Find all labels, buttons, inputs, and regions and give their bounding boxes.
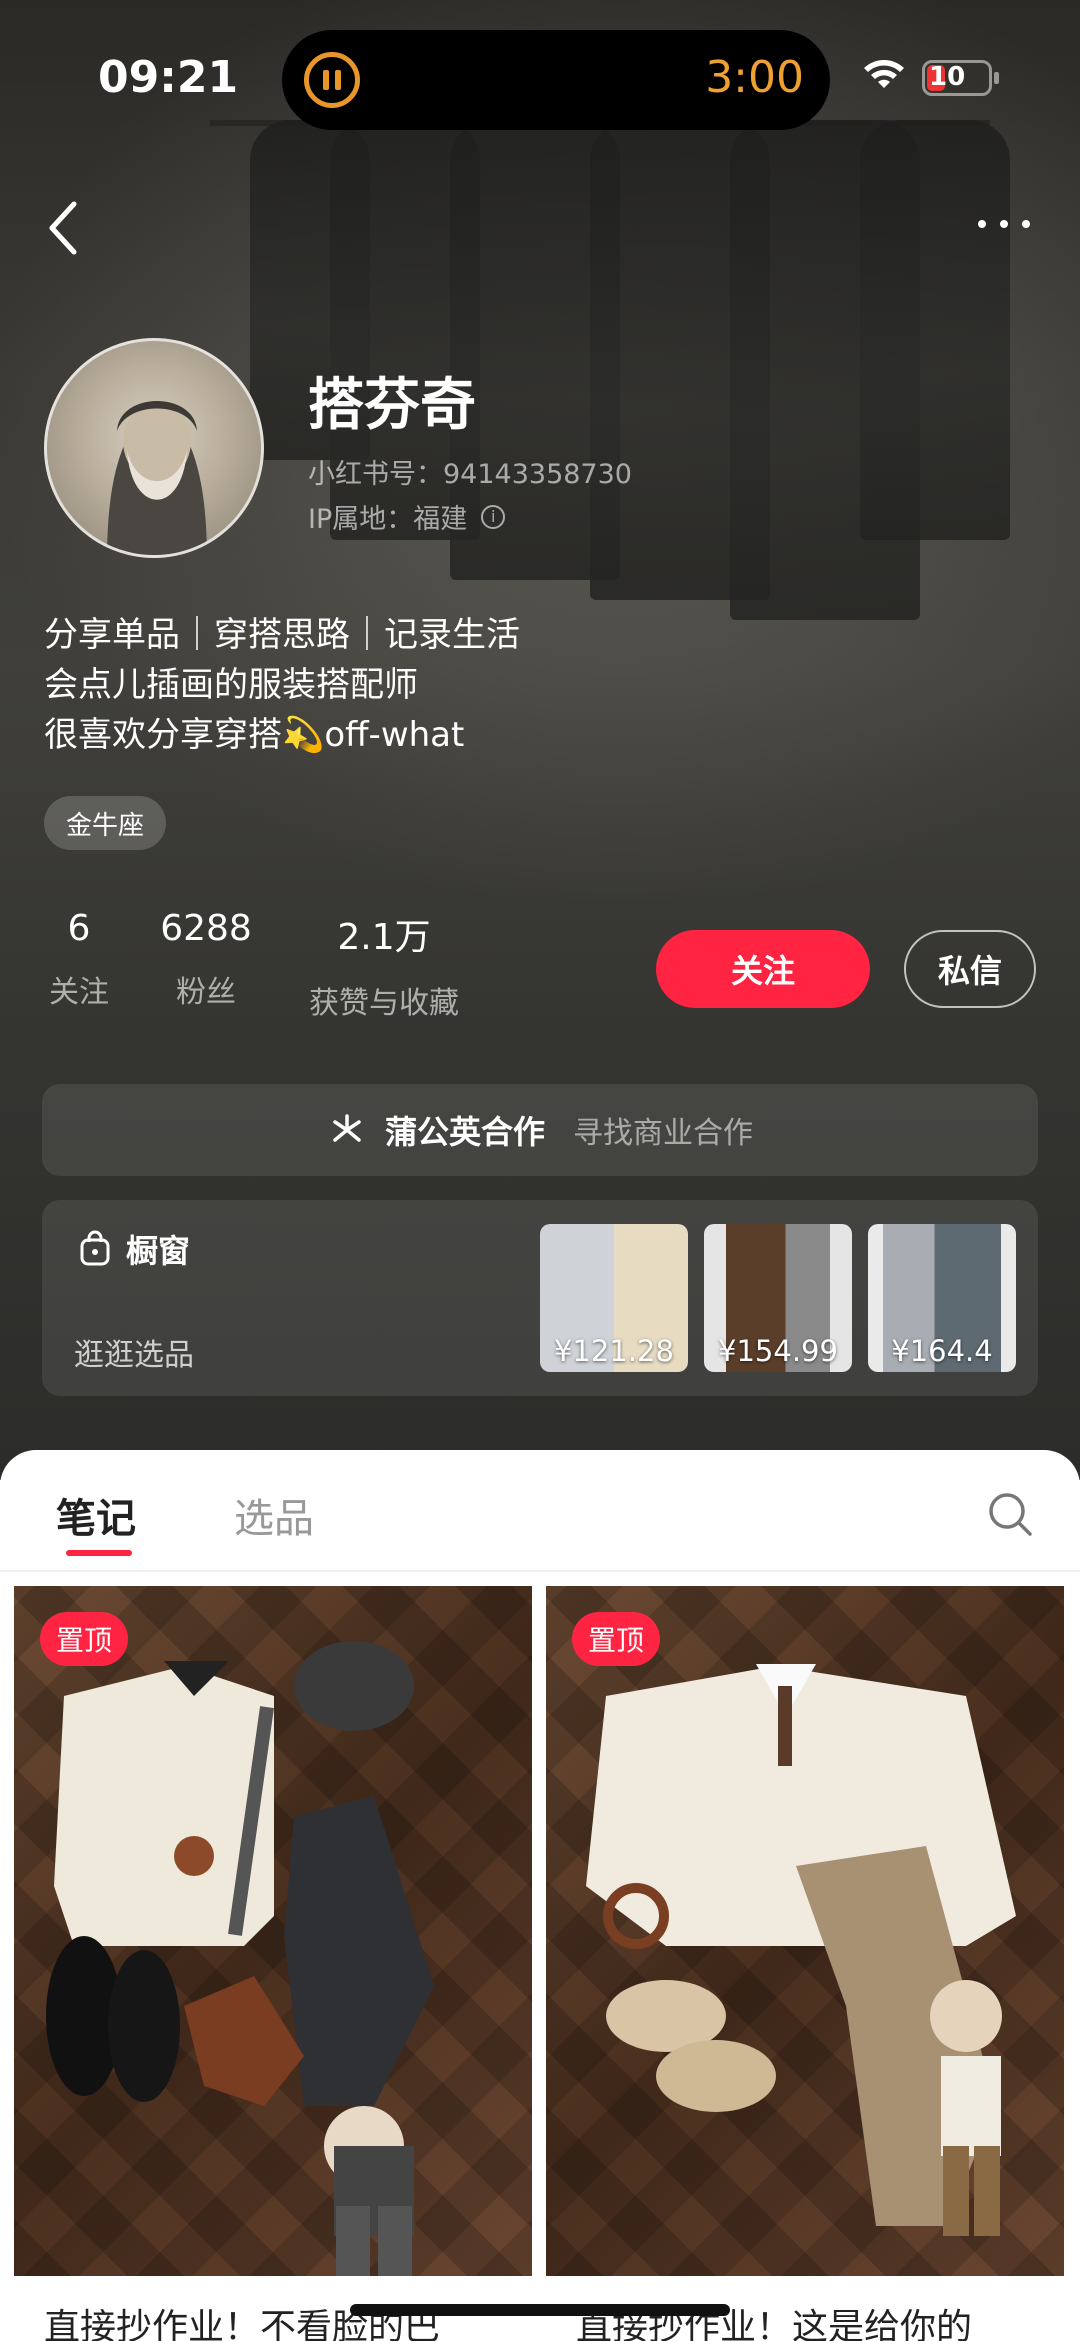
- divider: [0, 1570, 1080, 1572]
- dynamic-island[interactable]: 3:00: [282, 30, 830, 130]
- stat-value: 6288: [160, 908, 252, 949]
- note-card[interactable]: 置顶 直接抄作业！不看脸的巴: [14, 1586, 532, 2341]
- shop-title: 橱窗: [78, 1226, 190, 1272]
- ip-location: IP属地：福建 i: [308, 497, 506, 536]
- product-price: ¥121.28: [554, 1334, 674, 1368]
- avatar[interactable]: [44, 338, 264, 558]
- stat-likes[interactable]: 2.1万 获赞与收藏: [298, 908, 470, 1022]
- product-price: ¥154.99: [718, 1334, 838, 1368]
- product-thumbnail[interactable]: ¥121.28: [540, 1224, 688, 1372]
- back-arrow-icon[interactable]: [44, 198, 84, 258]
- battery-level: 10: [929, 62, 966, 92]
- nickname: 搭芬奇: [308, 373, 476, 438]
- hanging-coat: [860, 120, 1010, 540]
- notes-panel: 笔记 选品 置顶 直接抄作业！不看脸的巴 置顶 直接抄作业！这是给你的: [0, 1450, 1080, 2341]
- ip-location-text: IP属地：福建: [308, 504, 468, 535]
- bio: 分享单品｜穿搭思路｜记录生活 会点儿插画的服装搭配师 很喜欢分享穿搭💫off-w…: [44, 610, 520, 760]
- bio-line: 分享单品｜穿搭思路｜记录生活: [44, 615, 520, 655]
- home-indicator[interactable]: [350, 2304, 730, 2316]
- stat-label: 获赞与收藏: [309, 986, 459, 1021]
- stat-label: 关注: [49, 975, 109, 1010]
- avatar-illustration: [107, 401, 207, 555]
- shop-window-card[interactable]: 橱窗 逛逛选品 ¥121.28 ¥154.99 ¥164.4: [42, 1200, 1038, 1396]
- note-cover-image[interactable]: 置顶: [14, 1586, 532, 2276]
- dandelion-icon: [333, 1114, 361, 1142]
- stat-value: 6: [67, 908, 91, 949]
- shopping-bag-icon: [80, 1230, 110, 1266]
- follow-button[interactable]: 关注: [656, 930, 870, 1008]
- status-time: 09:21: [98, 52, 239, 103]
- shop-subtitle: 逛逛选品: [74, 1338, 194, 1373]
- stat-label: 粉丝: [176, 975, 236, 1010]
- product-thumbnail[interactable]: ¥154.99: [704, 1224, 852, 1372]
- battery-icon: 10: [922, 60, 992, 96]
- stat-value: 2.1万: [337, 917, 431, 958]
- timer-pause-icon[interactable]: [304, 52, 360, 108]
- outfit-flatlay-illustration: [46, 1641, 434, 2276]
- active-tab-indicator: [66, 1550, 132, 1556]
- dandelion-cooperation-banner[interactable]: 蒲公英合作 寻找商业合作: [42, 1084, 1038, 1176]
- timer-remaining: 3:00: [705, 52, 804, 103]
- message-button[interactable]: 私信: [904, 930, 1036, 1008]
- wifi-icon: [864, 60, 904, 88]
- note-cover-image[interactable]: 置顶: [546, 1586, 1064, 2276]
- zodiac-tag: 金牛座: [44, 796, 167, 850]
- pinned-badge: 置顶: [40, 1612, 129, 1666]
- rednote-id[interactable]: 小红书号：94143358730: [308, 452, 632, 491]
- battery-tip: [994, 72, 999, 84]
- dandelion-subtitle: 寻找商业合作: [573, 1116, 753, 1151]
- more-options-icon[interactable]: [978, 220, 1030, 228]
- product-price: ¥164.4: [891, 1334, 993, 1368]
- product-thumbnail[interactable]: ¥164.4: [868, 1224, 1016, 1372]
- search-icon[interactable]: [986, 1490, 1034, 1538]
- note-card[interactable]: 置顶 直接抄作业！这是给你的: [546, 1586, 1064, 2341]
- tab-picks[interactable]: 选品: [234, 1486, 314, 1544]
- info-icon[interactable]: i: [481, 504, 506, 529]
- stat-following[interactable]: 6 关注: [44, 908, 114, 1011]
- pinned-badge: 置顶: [572, 1612, 661, 1666]
- bio-line: 很喜欢分享穿搭💫off-what: [44, 715, 465, 755]
- stat-followers[interactable]: 6288 粉丝: [156, 908, 256, 1011]
- tab-notes[interactable]: 笔记: [56, 1486, 136, 1544]
- dandelion-title: 蒲公英合作: [384, 1113, 545, 1151]
- shop-title-text: 橱窗: [126, 1232, 191, 1270]
- outfit-flatlay-illustration: [586, 1664, 1016, 2236]
- bio-line: 会点儿插画的服装搭配师: [44, 665, 418, 705]
